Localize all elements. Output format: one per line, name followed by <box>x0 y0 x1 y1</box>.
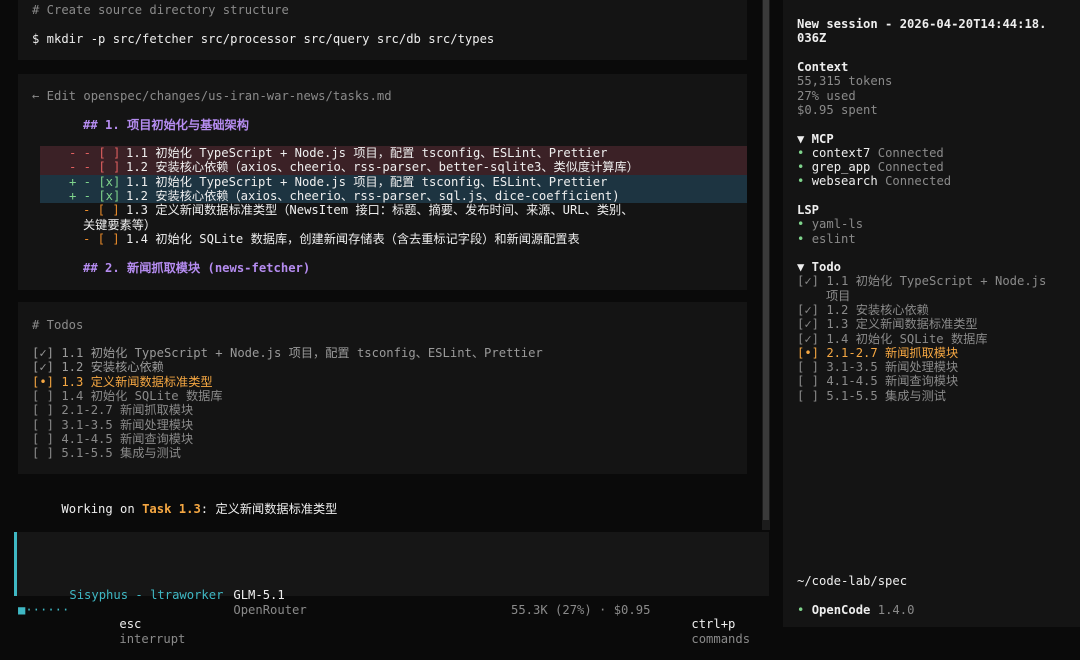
status-dot-icon: • <box>797 231 812 246</box>
app-version: • OpenCode 1.4.0 <box>797 603 914 617</box>
working-task: Task 1.3 <box>142 502 201 517</box>
command-text: $ mkdir -p src/fetcher src/processor src… <box>32 32 495 46</box>
lsp-item: • eslint <box>797 231 856 246</box>
esc-key: esc <box>119 617 142 632</box>
command-block: # Create source directory structure $ mk… <box>18 0 747 60</box>
main-pane: # Create source directory structure $ mk… <box>0 0 769 646</box>
sidebar-todo-pending: [ ] 5.1-5.5 集成与测试 <box>797 388 946 403</box>
diff-text: 1.1 初始化 TypeScript + Node.js 项目，配置 tscon… <box>126 146 608 160</box>
commands-hint[interactable]: ctrl+p commands <box>662 603 750 660</box>
todo-item-pending: [ ] 4.1-4.5 新闻查询模块 <box>32 431 194 446</box>
todo-item-pending: [ ] 1.4 初始化 SQLite 数据库 <box>32 388 223 403</box>
diff-sign: - [ ] <box>83 231 120 246</box>
diff-text: 1.4 初始化 SQLite 数据库，创建新闻存储表（含去重标记字段）和新闻源配… <box>126 231 580 246</box>
diff-heading-2: ## 2. 新闻抓取模块 (news-fetcher) <box>83 261 311 275</box>
esc-label: interrupt <box>119 631 186 646</box>
model-name: GLM-5.1 <box>233 588 285 603</box>
working-status: Working on Task 1.3: 定义新闻数据标准类型 <box>32 488 337 531</box>
working-directory: ~/code-lab/spec <box>797 574 908 588</box>
model-selector[interactable]: GLM-5.1 OpenRouter <box>204 574 307 631</box>
working-suffix: : 定义新闻数据标准类型 <box>200 502 338 517</box>
diff-sign: - - [ ] <box>69 160 121 175</box>
app-name: OpenCode <box>811 603 871 617</box>
diff-text-continued: 关键要素等） <box>83 217 157 232</box>
interrupt-hint[interactable]: esc interrupt <box>90 603 185 660</box>
sidebar-todo-done-cont: 项目 <box>826 288 851 303</box>
todo-item-done: [✓] 1.2 安装核心依赖 <box>32 360 164 375</box>
scrollbar[interactable] <box>762 0 770 530</box>
version-number: 1.4.0 <box>877 603 915 617</box>
todo-item-done: [✓] 1.1 初始化 TypeScript + Node.js 项目，配置 t… <box>32 346 543 360</box>
context-title: Context <box>797 60 849 74</box>
diff-text: 1.2 安装核心依赖（axios、cheerio、rss-parser、sql.… <box>126 188 620 203</box>
todo-section-toggle[interactable]: ▼ Todo <box>797 260 841 274</box>
sidebar-todo-pending: [ ] 3.1-3.5 新闻处理模块 <box>797 360 959 375</box>
working-prefix: Working on <box>61 502 143 517</box>
sidebar-todo-done: [✓] 1.3 定义新闻数据标准类型 <box>797 317 978 332</box>
sidebar-todo-done: [✓] 1.1 初始化 TypeScript + Node.js <box>797 274 1047 289</box>
todo-item-pending: [ ] 5.1-5.5 集成与测试 <box>32 446 181 461</box>
todo-item-pending: [ ] 3.1-3.5 新闻处理模块 <box>32 417 194 432</box>
provider-name: OpenRouter <box>233 602 307 617</box>
usage-readout: 55.3K (27%) · $0.95 <box>511 603 651 617</box>
diff-text: 1.1 初始化 TypeScript + Node.js 项目，配置 tscon… <box>126 174 608 189</box>
context-tokens: 55,315 tokens <box>797 74 893 89</box>
sidebar-todo-active: [•] 2.1-2.7 新闻抓取模块 <box>797 345 959 360</box>
diff-heading-1: ## 1. 项目初始化与基础架构 <box>83 118 249 132</box>
scrollbar-thumb[interactable] <box>763 0 769 520</box>
lsp-item: • yaml-ls <box>797 217 864 232</box>
status-dot-icon: • <box>797 603 812 617</box>
diff-sign: + - [x] <box>69 174 121 189</box>
lsp-title: LSP <box>797 203 820 217</box>
sidebar: New session - 2026-04-20T14:44:18. 036Z … <box>783 0 1080 627</box>
mcp-server-item: • grep_app Connected <box>797 160 944 175</box>
progress-dots: ■······ <box>18 603 70 617</box>
diff-text: 1.2 安装核心依赖（axios、cheerio、rss-parser、bett… <box>126 160 639 175</box>
mcp-section-toggle[interactable]: ▼ MCP <box>797 132 834 146</box>
todos-title: # Todos <box>32 318 84 332</box>
diff-text: 1.3 定义新闻数据标准类型（NewsItem 接口：标题、摘要、发布时间、来源… <box>126 203 634 218</box>
cmd-key: ctrl+p <box>691 617 736 632</box>
sidebar-todo-pending: [ ] 4.1-4.5 新闻查询模块 <box>797 374 959 389</box>
context-used: 27% used <box>797 88 856 103</box>
todo-item-pending: [ ] 2.1-2.7 新闻抓取模块 <box>32 403 194 418</box>
mcp-server-item: • context7 Connected <box>797 145 944 160</box>
status-dot-icon: • <box>797 160 812 175</box>
agent-name: Sisyphus - ltraworker <box>69 588 224 603</box>
todo-item-active: [•] 1.3 定义新闻数据标准类型 <box>32 374 213 389</box>
sidebar-todo-done: [✓] 1.4 初始化 SQLite 数据库 <box>797 331 988 346</box>
cmd-label: commands <box>691 631 751 646</box>
status-dot-icon: • <box>797 217 812 232</box>
session-title-cont: 036Z <box>797 31 827 46</box>
edit-file-header: ← Edit openspec/changes/us-iran-war-news… <box>32 89 392 103</box>
diff-sign: - - [ ] <box>69 146 121 160</box>
diff-sign: + - [x] <box>69 188 121 203</box>
mcp-server-item: • websearch Connected <box>797 174 952 189</box>
diff-sign: - [ ] <box>83 203 120 218</box>
status-dot-icon: • <box>797 174 812 189</box>
status-dot-icon: • <box>797 145 812 160</box>
context-spent: $0.95 spent <box>797 102 878 117</box>
sidebar-todo-done: [✓] 1.2 安装核心依赖 <box>797 302 929 317</box>
session-title: New session - 2026-04-20T14:44:18. <box>797 17 1047 31</box>
command-comment: # Create source directory structure <box>32 3 289 17</box>
